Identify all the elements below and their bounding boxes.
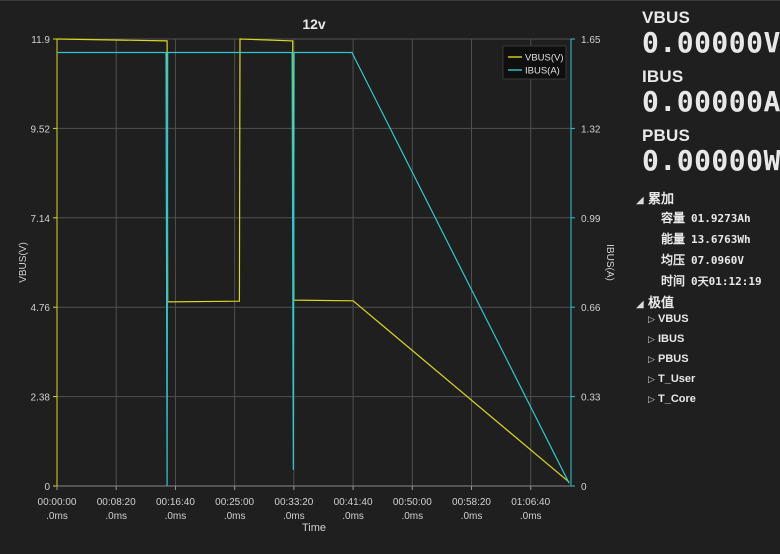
triangle-right-icon: ▷ <box>648 314 655 324</box>
y-left-tick-label: 9.52 <box>31 124 51 135</box>
x-tick-label-ms: .0ms <box>105 511 127 522</box>
accum-value: 07.0960V <box>691 254 744 267</box>
accum-section-label: 累加 <box>648 191 675 206</box>
triangle-down-icon: ◢ <box>636 299 644 310</box>
extreme-item-label: PBUS <box>658 353 689 365</box>
y-left-tick-label: 7.14 <box>31 214 51 225</box>
extreme-section-label: 极值 <box>648 295 675 310</box>
y-left-tick-label: 0 <box>44 482 50 493</box>
x-tick-label: 00:00:00 <box>38 497 77 508</box>
ibus-value: 0.00000A <box>642 85 780 118</box>
accum-key: 容量 <box>661 211 686 225</box>
ibus-label: IBUS <box>642 67 684 86</box>
chart-title: 12v <box>302 16 326 32</box>
accum-value: 01.9273Ah <box>691 212 751 225</box>
x-axis-label: Time <box>302 522 326 534</box>
extreme-item-vbus[interactable]: ▷ VBUS <box>648 313 689 325</box>
y-right-tick-label: 0 <box>581 482 587 493</box>
legend-label: IBUS(A) <box>525 66 560 77</box>
extreme-item-label: T_Core <box>658 393 696 405</box>
line-chart[interactable]: 0 0 2.38 0.33 4.76 0.66 7.14 0.99 9.52 1.32 11.9 1.… <box>0 0 630 554</box>
triangle-right-icon: ▷ <box>648 374 655 384</box>
accum-row-energy: 能量 13.6763Wh <box>661 230 751 247</box>
y-right-tick-label: 1.32 <box>581 124 601 135</box>
triangle-right-icon: ▷ <box>648 334 655 344</box>
x-tick-label-ms: .0ms <box>165 511 187 522</box>
y-right-tick-label: 1.65 <box>581 35 601 46</box>
y-right-tick-label: 0.66 <box>581 303 601 314</box>
vbus-value: 0.00000V <box>642 26 780 59</box>
x-tick-label-ms: .0ms <box>461 511 483 522</box>
x-tick-label: 00:58:20 <box>452 497 491 508</box>
accum-value: 0天01:12:19 <box>691 275 762 288</box>
triangle-right-icon: ▷ <box>648 394 655 404</box>
x-tick-label-ms: .0ms <box>342 511 364 522</box>
accum-row-capacity: 容量 01.9273Ah <box>661 209 751 226</box>
triangle-down-icon: ◢ <box>636 195 644 206</box>
x-tick-label-ms: .0ms <box>224 511 246 522</box>
pbus-value: 0.00000W <box>642 144 780 177</box>
x-tick-label: 00:08:20 <box>97 497 136 508</box>
y-left-tick-label: 11.9 <box>31 35 50 46</box>
x-tick-label: 00:25:00 <box>215 497 254 508</box>
y-left-tick-label: 2.38 <box>31 393 51 404</box>
accum-key: 能量 <box>661 232 686 246</box>
readout-panel: VBUS 0.00000V IBUS 0.00000A PBUS 0.00000… <box>630 0 780 554</box>
pbus-label: PBUS <box>642 126 691 145</box>
x-tick-label-ms: .0ms <box>520 511 542 522</box>
accum-row-avg-voltage: 均压 07.0960V <box>661 251 744 268</box>
y-right-tick-label: 0.99 <box>581 214 601 225</box>
x-tick-label: 00:50:00 <box>393 497 432 508</box>
accum-value: 13.6763Wh <box>691 233 751 246</box>
extreme-item-t-user[interactable]: ▷ T_User <box>648 373 695 385</box>
vbus-label: VBUS <box>642 8 691 27</box>
extreme-item-label: VBUS <box>658 313 689 325</box>
accum-section-toggle[interactable]: ◢ 累加 <box>636 188 674 207</box>
accum-key: 时间 <box>661 274 686 288</box>
x-tick-label-ms: .0ms <box>46 511 68 522</box>
extreme-item-pbus[interactable]: ▷ PBUS <box>648 353 689 365</box>
legend-label: VBUS(V) <box>525 53 564 64</box>
x-tick-label-ms: .0ms <box>283 511 305 522</box>
x-tick-label: 00:16:40 <box>156 497 195 508</box>
extreme-item-t-core[interactable]: ▷ T_Core <box>648 393 696 405</box>
y-right-axis-label: IBUS(A) <box>604 244 615 281</box>
y-left-tick-label: 4.76 <box>31 303 51 314</box>
y-left-axis-label: VBUS(V) <box>18 242 29 283</box>
y-right-tick-label: 0.33 <box>581 393 601 404</box>
x-tick-label-ms: .0ms <box>401 511 423 522</box>
extreme-item-label: IBUS <box>658 333 685 345</box>
extreme-section-toggle[interactable]: ◢ 极值 <box>636 292 674 311</box>
accum-row-time: 时间 0天01:12:19 <box>661 272 762 289</box>
extreme-item-label: T_User <box>658 373 696 385</box>
extreme-item-ibus[interactable]: ▷ IBUS <box>648 333 684 345</box>
accum-key: 均压 <box>661 253 686 267</box>
x-tick-label: 00:33:20 <box>274 497 313 508</box>
triangle-right-icon: ▷ <box>648 354 655 364</box>
x-tick-label: 00:41:40 <box>334 497 373 508</box>
x-tick-label: 01:06:40 <box>511 497 550 508</box>
